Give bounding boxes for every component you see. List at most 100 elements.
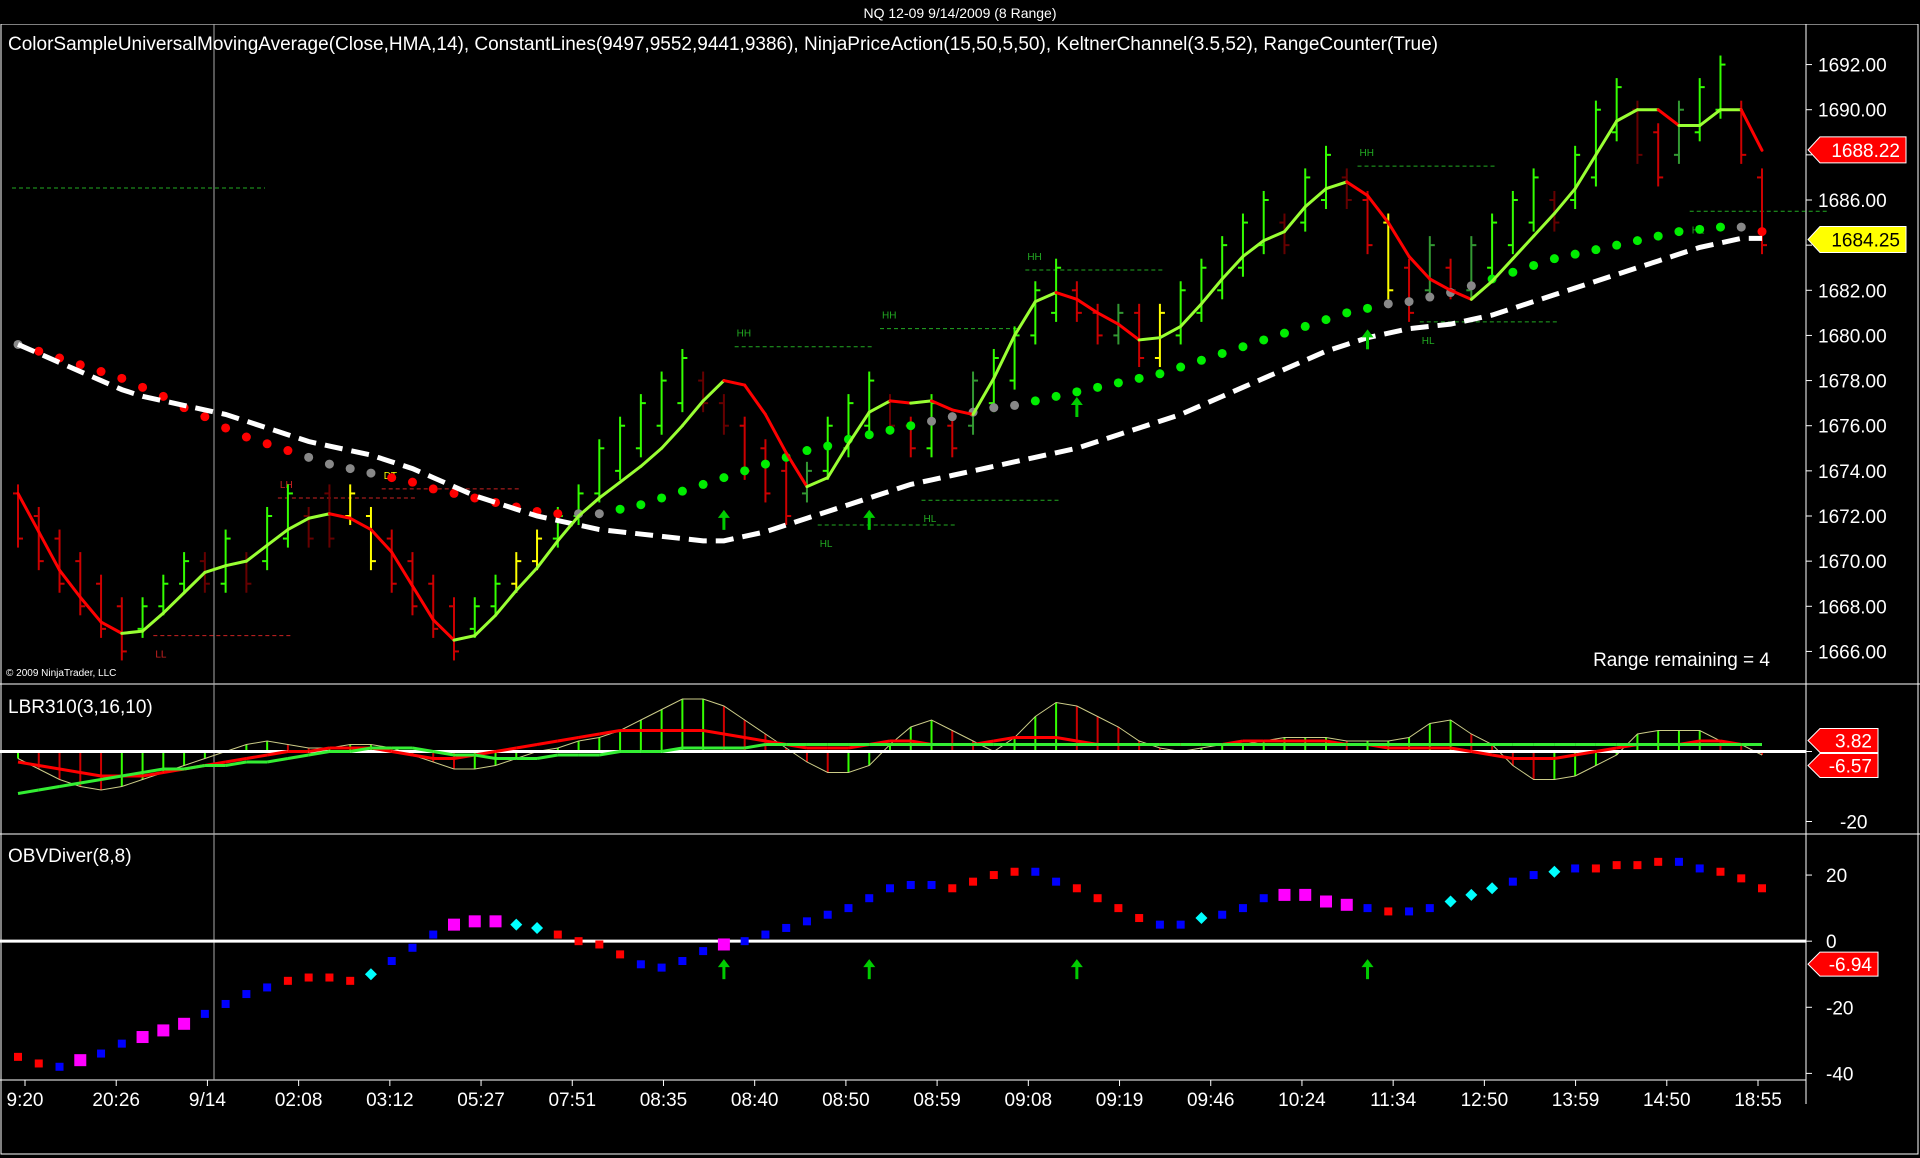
price-y-tick-label: 1674.00 [1818,462,1887,483]
price-bar [1404,258,1415,322]
keltner-dot [283,446,293,456]
hma-segment [431,618,456,642]
price-bar [1341,168,1352,210]
lbr-y-tick-label: -20 [1840,813,1867,834]
keltner-dot [324,459,334,469]
arrow-head [717,959,730,968]
price-bar [365,506,376,571]
lbr-badge: 3.82 [1807,728,1879,753]
x-tick-label: 08:59 [913,1090,961,1111]
obv-y-tick-label: 0 [1826,932,1837,953]
x-tick-label: 9:20 [7,1090,44,1111]
hma-segment [1262,230,1286,243]
obv-dot [283,976,292,985]
price-badge: 1684.25 [1807,226,1907,253]
obv-dot [1072,884,1081,893]
obv-dot [886,884,894,893]
obv-dot [200,1009,209,1018]
keltner-dot [1632,236,1642,246]
obv-dot [1716,867,1725,876]
keltner-dot [636,500,646,510]
hma-segment [99,620,124,635]
keltner-middle-line [17,235,1762,544]
x-axis: 9:20 20:26 9/14 02:08 03:12 05:27 07:51 08:35 08… [7,1080,1782,1111]
hma-segment [16,491,41,534]
x-tick-label: 08:35 [640,1090,688,1111]
swing-label: HL [924,514,937,525]
obv-square [1299,888,1312,901]
price-bar [1694,78,1705,142]
keltner-dot [1425,292,1435,302]
hma-segment [1096,311,1120,326]
obv-arrows [717,959,1374,980]
hma-segment [1428,277,1453,292]
hma-segment [680,399,705,428]
hma-segment [1552,187,1577,216]
lbr-fast-segment [516,743,538,750]
hma-segment [1739,108,1764,152]
obv-up-arrow-icon [863,959,876,980]
arrow-head [1070,959,1083,968]
lbr-slow-segment [287,753,309,760]
price-bars [13,55,1767,661]
price-bar [1570,145,1581,210]
obv-dot [408,943,417,952]
keltner-dot [657,493,667,503]
price-y-tick-label: 1686.00 [1818,191,1887,212]
keltner-dot [1342,308,1352,318]
price-bar [968,371,979,435]
price-y-tick-label: 1678.00 [1818,372,1887,393]
obv-dot [969,877,978,886]
obv-dot [761,930,770,939]
price-bar [1673,100,1684,164]
keltner-dot [1093,382,1103,392]
swing-label: HL [1422,336,1435,347]
lbr-fast-segment [17,760,40,767]
x-tick-label: 9/14 [189,1090,226,1111]
obv-dot [1176,920,1185,929]
obv-dot [387,957,396,965]
price-bar [1237,213,1248,277]
hma-segment [722,379,747,387]
lbr-fast-segment [702,729,725,736]
hma-segment [182,570,207,595]
up-arrow-icon [717,509,730,530]
keltner-dot [1549,254,1559,264]
keltner-dot [304,452,314,462]
x-tick-label: 03:12 [366,1090,414,1111]
hma-segment [1511,234,1536,261]
price-y-tick-label: 1668.00 [1818,597,1887,618]
keltner-dot [1051,391,1061,401]
keltner-dot [927,416,937,426]
keltner-dot [1736,222,1746,232]
keltner-dot [698,479,708,489]
obv-dot [242,990,251,999]
price-bar [96,574,107,638]
price-bar [220,529,231,593]
keltner-dot [1155,369,1165,379]
hma-segment [1324,180,1349,191]
obv-diamond [364,968,377,981]
keltner-dot [345,464,355,474]
price-bar [386,529,397,593]
lbr-badges: 3.82 -6.57 [1807,728,1879,778]
price-badge-label: 1684.25 [1831,231,1900,252]
obv-square [157,1024,170,1037]
swing-label: HH [1027,252,1041,263]
keltner-dot [1529,260,1539,270]
lbr-slow-segment [266,757,289,764]
obv-dot [927,880,936,889]
price-arrows [717,329,1374,530]
hma-segment [1573,153,1598,191]
keltner-dot [1612,240,1622,250]
chart-area[interactable]: HHHHHHHHLHDTLLHLHLHLHL 1692.001690.00168… [0,24,1920,1158]
obv-dot [97,1049,106,1058]
lbr-slow-segment [17,788,40,795]
obv-dot [636,960,645,969]
obv-dot [595,940,604,949]
hma-segment [660,424,684,450]
lbr-badge-label: 3.82 [1835,732,1872,753]
price-y-tick-label: 1672.00 [1818,507,1887,528]
obv-diamond [531,921,544,934]
obv-dot [616,950,625,959]
